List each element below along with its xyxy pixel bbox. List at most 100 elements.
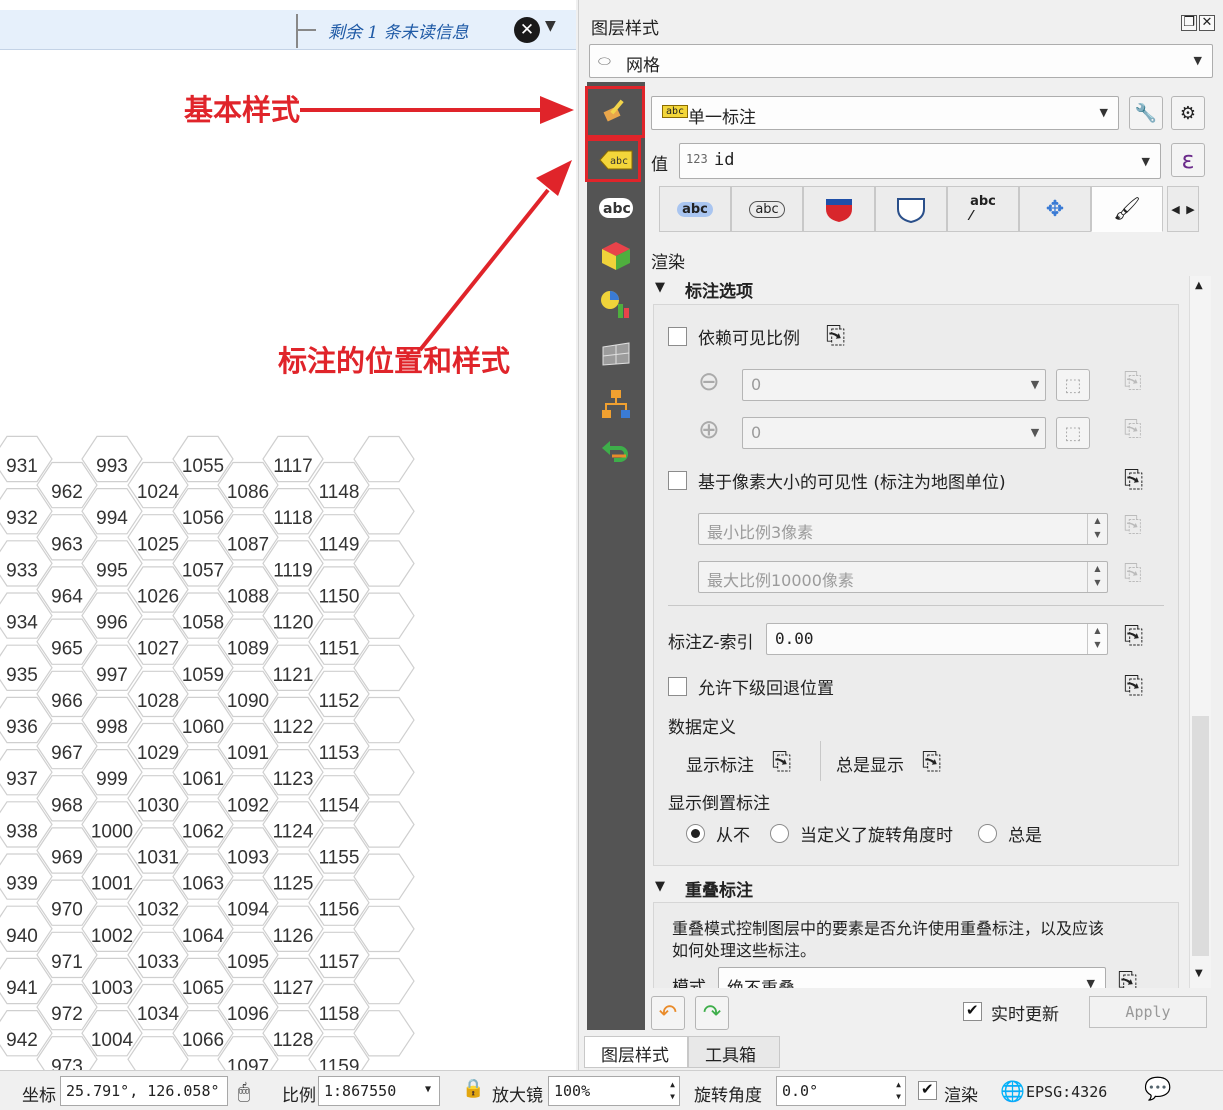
tab-scroll-arrows[interactable]: ◀ ▶ [1167, 186, 1199, 232]
scrollbar-thumb[interactable] [1192, 716, 1209, 956]
hex-label: 998 [96, 717, 128, 738]
tab-placement[interactable]: ✥ [1019, 186, 1091, 232]
fallback-checkbox[interactable] [668, 677, 687, 696]
annotation-basic-style: 基本样式 [184, 93, 300, 127]
collapse-triangle-icon[interactable]: ▼ [655, 280, 665, 295]
magnifier-field[interactable]: 100% ▲ ▼ [548, 1076, 680, 1106]
redo-icon[interactable]: ↷ [695, 996, 729, 1030]
hex-label: 964 [51, 587, 83, 608]
spinner-arrows[interactable]: ▲ ▼ [896, 1079, 901, 1103]
3d-cube-icon[interactable] [593, 234, 639, 278]
undo-icon[interactable]: ↶ [651, 996, 685, 1030]
chevron-up-icon[interactable]: ▲ [1195, 280, 1203, 291]
expression-epsilon-icon[interactable]: ε [1171, 143, 1205, 177]
spinner-arrows[interactable]: ▲ ▼ [670, 1079, 675, 1103]
hex-label: 1094 [227, 900, 270, 921]
live-update-checkbox[interactable] [963, 1001, 982, 1021]
value-field-combo[interactable]: 123 id ▼ [679, 143, 1161, 179]
data-defined-override-icon[interactable]: ⎘ [1124, 621, 1143, 649]
data-defined-override-icon[interactable]: ⎘ [1118, 967, 1137, 988]
spinner-arrows[interactable]: ▲ ▼ [1087, 514, 1107, 544]
globe-crs-icon[interactable]: 🌐 [1000, 1079, 1025, 1103]
annotation-arrow-basic [300, 96, 574, 124]
tab-background[interactable] [875, 186, 947, 232]
renderer-combo[interactable]: abc 单一标注 ▼ [651, 96, 1119, 130]
style-manager-icon[interactable]: 🔧 [1129, 96, 1163, 130]
layer-combo[interactable]: ⬭ 网格 ▼ [589, 44, 1213, 78]
hex-label: 1121 [273, 665, 314, 686]
radio-when-rotation[interactable] [770, 824, 789, 843]
label-options-title[interactable]: 标注选项 [685, 277, 753, 302]
data-defined-override-icon[interactable]: ⎘ [826, 321, 845, 349]
messages-chat-icon[interactable]: 💬 [1144, 1077, 1171, 1102]
message-text: 剩余 1 条未读信息 [328, 23, 469, 43]
rendering-settings-panel: ▼ 标注选项 依赖可见比例 ⎘ ⊖ 0 ▼ ⬚ ⎘ ⊕ 0 ▼ ⬚ ⎘ 基于像素大小… [651, 276, 1199, 988]
hex-label: 1034 [137, 1004, 180, 1025]
history-undo-icon[interactable] [593, 430, 639, 474]
lock-icon[interactable]: 🔒 [462, 1078, 484, 1099]
hex-cell [353, 644, 415, 692]
pixel-visibility-checkbox[interactable] [668, 471, 687, 490]
hex-label: 965 [51, 639, 83, 660]
spinner-arrows[interactable]: ▲ ▼ [1087, 624, 1107, 654]
hex-label: 1154 [319, 795, 360, 816]
data-defined-override-icon[interactable]: ⎘ [1124, 671, 1143, 699]
hex-label: 1086 [227, 482, 269, 503]
tab-text[interactable]: abc [659, 186, 731, 232]
fields-structure-icon[interactable] [593, 382, 639, 426]
settings-gear-icon[interactable]: ⚙ [1171, 96, 1205, 130]
mouse-cursor-icon[interactable]: 🖱 [238, 1079, 250, 1103]
tab-callouts[interactable]: abc ⁄ [947, 186, 1019, 232]
spinner-arrows[interactable]: ▲ ▼ [1087, 562, 1107, 592]
scale-combo[interactable]: 1:867550 ▼ [318, 1076, 440, 1106]
close-icon[interactable]: ✕ [514, 17, 540, 43]
max-scale-field[interactable]: 0 ▼ [742, 417, 1046, 449]
z-index-field[interactable]: 0.00 ▲ ▼ [766, 623, 1108, 655]
tab-toolbox[interactable]: 工具箱 [688, 1036, 780, 1068]
diagram-chart-icon[interactable] [593, 282, 639, 326]
map-canvas[interactable]: 931 993 1055 1117 962 1024 1086 1148 932 994 1056 1… [0, 0, 576, 1070]
map-tiles-icon[interactable] [593, 332, 639, 376]
crs-label[interactable]: EPSG:4326 [1026, 1083, 1107, 1101]
apply-button[interactable]: Apply [1089, 996, 1207, 1028]
hex-label: 966 [51, 691, 83, 712]
chevron-right-icon[interactable]: ▶ [1186, 203, 1194, 216]
tab-rendering[interactable]: 🖌 [1091, 186, 1163, 232]
hex-cell [353, 801, 415, 848]
value-field-text: id [714, 150, 735, 170]
max-pixel-field[interactable]: 最大比例10000像素 ▲ ▼ [698, 561, 1108, 593]
chevron-left-icon[interactable]: ◀ [1171, 203, 1179, 216]
radio-never[interactable] [686, 824, 705, 843]
scale-visibility-checkbox[interactable] [668, 327, 687, 346]
close-dock-icon[interactable]: ✕ [1199, 15, 1215, 31]
rotation-field[interactable]: 0.0° ▲ ▼ [776, 1076, 906, 1106]
hex-label: 1026 [137, 587, 179, 608]
float-dock-icon[interactable]: ❐ [1181, 15, 1197, 31]
render-checkbox[interactable] [918, 1080, 937, 1100]
hex-label: 1059 [182, 665, 224, 686]
hex-label: 1152 [319, 691, 360, 712]
hex-label: 1093 [227, 848, 269, 869]
diagram-label-icon[interactable]: abc [593, 186, 639, 230]
chevron-down-icon[interactable]: ▼ [1195, 968, 1203, 979]
hex-label: 942 [6, 1030, 38, 1051]
hex-label: 1157 [319, 952, 360, 973]
coordinate-field[interactable]: 25.791°, 126.058° [60, 1076, 228, 1106]
data-defined-override-icon[interactable]: ⎘ [1124, 465, 1143, 493]
radio-always[interactable] [978, 824, 997, 843]
chevron-down-icon[interactable]: ▼ [545, 18, 556, 34]
panel-scrollbar[interactable]: ▲ ▼ [1189, 276, 1211, 988]
tab-layer-styling[interactable]: 图层样式 [584, 1036, 688, 1068]
pick-scale-icon[interactable]: ⬚ [1056, 369, 1090, 401]
data-defined-override-icon[interactable]: ⎘ [772, 747, 791, 775]
min-scale-field[interactable]: 0 ▼ [742, 369, 1046, 401]
overlap-mode-combo[interactable]: 绝不重叠 ▼ [718, 967, 1106, 988]
min-pixel-field[interactable]: 最小比例3像素 ▲ ▼ [698, 513, 1108, 545]
data-defined-override-icon[interactable]: ⎘ [922, 747, 941, 775]
collapse-triangle-icon[interactable]: ▼ [655, 879, 665, 894]
tab-formatting[interactable]: abc [731, 186, 803, 232]
tab-buffer[interactable] [803, 186, 875, 232]
overlap-title[interactable]: 重叠标注 [685, 876, 753, 901]
pick-scale-icon[interactable]: ⬚ [1056, 417, 1090, 449]
hex-cell [353, 696, 415, 744]
